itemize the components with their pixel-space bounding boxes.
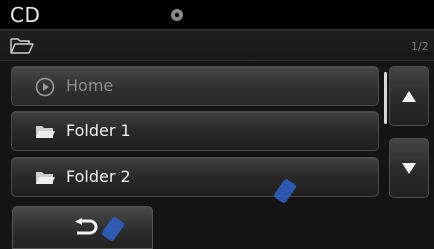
list-item-folder-1[interactable]: Folder 1: [11, 111, 379, 151]
list-item-label: Folder 1: [66, 121, 131, 140]
triangle-down-icon: [402, 163, 416, 174]
list-item-label: Folder 2: [66, 167, 131, 186]
disc-icon: [171, 9, 183, 21]
triangle-up-icon: [402, 91, 416, 102]
scrollbar[interactable]: [384, 72, 387, 124]
folder-icon: [36, 172, 55, 184]
page-indicator: 1/2: [411, 40, 429, 53]
list-item-label: Home: [66, 76, 114, 95]
list-item-home[interactable]: Home: [11, 66, 379, 106]
folder-open-icon: [10, 38, 34, 54]
back-arrow-icon: [75, 218, 98, 235]
cd-browser-screen: CD 1/2 Home Folder 1 Folder 2: [0, 0, 434, 249]
scroll-up-button[interactable]: [389, 66, 429, 126]
folder-path-bar: 1/2: [0, 29, 434, 61]
list-item-folder-2[interactable]: Folder 2: [11, 157, 379, 197]
header-bar: CD: [0, 0, 434, 29]
play-circle-icon: [35, 77, 55, 97]
back-button[interactable]: [12, 206, 153, 249]
scroll-down-button[interactable]: [389, 138, 429, 198]
screen-title: CD: [10, 3, 41, 27]
folder-icon: [36, 126, 55, 138]
